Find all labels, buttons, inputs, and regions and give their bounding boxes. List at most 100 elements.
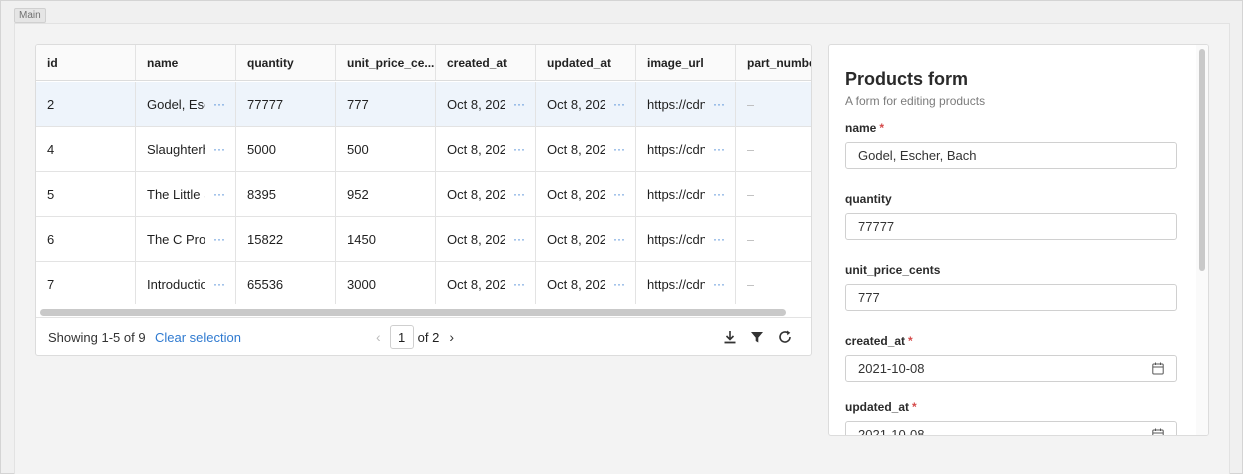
more-options-icon[interactable]: ···	[513, 142, 525, 156]
column-header-updated-at[interactable]: updated_at	[536, 45, 636, 80]
table-cell-part-number[interactable]: –	[736, 127, 811, 171]
unit-price-label: unit_price_cents	[845, 263, 940, 277]
column-header-unit-price[interactable]: unit_price_ce...	[336, 45, 436, 80]
scrollbar-thumb[interactable]	[1199, 49, 1205, 271]
column-header-created-at[interactable]: created_at	[436, 45, 536, 80]
table-cell-part-number[interactable]: –	[736, 82, 811, 126]
scrollbar-thumb[interactable]	[40, 309, 786, 316]
download-icon[interactable]	[722, 329, 738, 345]
cell-value: Oct 8, 2021	[447, 141, 505, 157]
table-row[interactable]: 4Slaughterhouse···5000500Oct 8, 2021···O…	[36, 127, 811, 172]
table-cell-part-number[interactable]: –	[736, 262, 811, 304]
table-footer: Showing 1-5 of 9 Clear selection ‹ 1 of …	[36, 319, 811, 355]
more-options-icon[interactable]: ···	[213, 232, 225, 246]
quantity-field[interactable]: 77777	[845, 213, 1177, 240]
table-cell-quantity[interactable]: 77777	[236, 82, 336, 126]
filter-icon[interactable]	[749, 329, 765, 345]
refresh-icon[interactable]	[777, 329, 793, 345]
chevron-left-icon[interactable]: ‹	[376, 329, 381, 345]
more-options-icon[interactable]: ···	[513, 277, 525, 291]
more-options-icon[interactable]: ···	[213, 187, 225, 201]
table-cell-unit-price-cents[interactable]: 3000	[336, 262, 436, 304]
table-cell-updated-at[interactable]: Oct 8, 2021 ···	[536, 82, 636, 126]
column-header-image-url[interactable]: image_url	[636, 45, 736, 80]
table-cell-unit-price-cents[interactable]: 952	[336, 172, 436, 216]
calendar-icon[interactable]	[1152, 428, 1164, 436]
table-cell-id[interactable]: 5	[36, 172, 136, 216]
table-row[interactable]: 7Introduction···655363000Oct 8, 2021···O…	[36, 262, 811, 304]
table-cell-image-url[interactable]: https://cdn ···	[636, 127, 736, 171]
page-input[interactable]: 1	[389, 325, 414, 349]
table-cell-unit-price-cents[interactable]: 777	[336, 82, 436, 126]
table-cell-created-at[interactable]: Oct 8, 2021 ···	[436, 127, 536, 171]
table-cell-created-at[interactable]: Oct 8, 2021 ···	[436, 217, 536, 261]
more-options-icon[interactable]: ···	[713, 142, 725, 156]
table-cell-id[interactable]: 4	[36, 127, 136, 171]
table-row[interactable]: 2Godel, Escher, Bach···77777777Oct 8, 20…	[36, 82, 811, 127]
table-cell-quantity[interactable]: 65536	[236, 262, 336, 304]
table-cell-unit-price-cents[interactable]: 1450	[336, 217, 436, 261]
more-options-icon[interactable]: ···	[613, 97, 625, 111]
table-horizontal-scrollbar[interactable]	[36, 306, 811, 318]
more-options-icon[interactable]: ···	[713, 232, 725, 246]
more-options-icon[interactable]: ···	[513, 187, 525, 201]
unit-price-field[interactable]: 777	[845, 284, 1177, 311]
cell-value: –	[747, 276, 755, 292]
table-cell-image-url[interactable]: https://cdn ···	[636, 262, 736, 304]
table-cell-id[interactable]: 2	[36, 82, 136, 126]
column-header-id[interactable]: id	[36, 45, 136, 80]
table-cell-quantity[interactable]: 5000	[236, 127, 336, 171]
more-options-icon[interactable]: ···	[213, 97, 225, 111]
more-options-icon[interactable]: ···	[713, 187, 725, 201]
table-cell-unit-price-cents[interactable]: 500	[336, 127, 436, 171]
table-cell-image-url[interactable]: https://cdn ···	[636, 82, 736, 126]
table-cell-created-at[interactable]: Oct 8, 2021 ···	[436, 172, 536, 216]
table-cell-updated-at[interactable]: Oct 8, 2021 ···	[536, 262, 636, 304]
more-options-icon[interactable]: ···	[213, 142, 225, 156]
more-options-icon[interactable]: ···	[613, 277, 625, 291]
table-cell-name[interactable]: The C Programming ···	[136, 217, 236, 261]
more-options-icon[interactable]: ···	[613, 187, 625, 201]
cell-value: 6	[47, 231, 55, 247]
table-cell-part-number[interactable]: –	[736, 217, 811, 261]
table-cell-image-url[interactable]: https://cdn ···	[636, 172, 736, 216]
more-options-icon[interactable]: ···	[513, 232, 525, 246]
column-header-quantity[interactable]: quantity	[236, 45, 336, 80]
clear-selection-link[interactable]: Clear selection	[155, 330, 241, 345]
table-cell-updated-at[interactable]: Oct 8, 2021 ···	[536, 127, 636, 171]
created-at-date-field[interactable]: 2021-10-08	[845, 355, 1177, 382]
table-cell-name[interactable]: Slaughterhouse ···	[136, 127, 236, 171]
more-options-icon[interactable]: ···	[213, 277, 225, 291]
table-cell-name[interactable]: Godel, Escher, Bach ···	[136, 82, 236, 126]
cell-value: 77777	[247, 96, 284, 112]
column-header-part-number[interactable]: part_numbe	[736, 45, 811, 80]
table-cell-part-number[interactable]: –	[736, 172, 811, 216]
table-cell-quantity[interactable]: 8395	[236, 172, 336, 216]
updated-at-label: updated_at *	[845, 400, 917, 414]
table-cell-created-at[interactable]: Oct 8, 2021 ···	[436, 262, 536, 304]
column-header-name[interactable]: name	[136, 45, 236, 80]
cell-value: Oct 8, 2021	[447, 96, 505, 112]
more-options-icon[interactable]: ···	[513, 97, 525, 111]
table-row[interactable]: 6 The C Programming ··· 15822 1450 Oct 8, 202…	[36, 217, 811, 262]
table-cell-id[interactable]: 6	[36, 217, 136, 261]
more-options-icon[interactable]: ···	[713, 97, 725, 111]
table-cell-updated-at[interactable]: Oct 8, 2021 ···	[536, 172, 636, 216]
updated-at-date-field[interactable]: 2021-10-08	[845, 421, 1177, 436]
table-cell-name[interactable]: Introduction ···	[136, 262, 236, 304]
table-cell-quantity[interactable]: 15822	[236, 217, 336, 261]
table-cell-id[interactable]: 7	[36, 262, 136, 304]
name-field[interactable]: Godel, Escher, Bach	[845, 142, 1177, 169]
more-options-icon[interactable]: ···	[613, 142, 625, 156]
calendar-icon[interactable]	[1152, 362, 1164, 375]
cell-value: 7	[47, 276, 55, 292]
table-cell-name[interactable]: The Little Schemer ···	[136, 172, 236, 216]
table-cell-created-at[interactable]: Oct 8, 2021 ···	[436, 82, 536, 126]
more-options-icon[interactable]: ···	[613, 232, 625, 246]
table-cell-updated-at[interactable]: Oct 8, 2021 ···	[536, 217, 636, 261]
column-header-label: id	[47, 55, 58, 70]
chevron-right-icon[interactable]: ›	[449, 329, 454, 345]
more-options-icon[interactable]: ···	[713, 277, 725, 291]
table-row[interactable]: 5 The Little Schemer ··· 8395 952 Oct 8, 2021…	[36, 172, 811, 217]
table-cell-image-url[interactable]: https://cdn ···	[636, 217, 736, 261]
